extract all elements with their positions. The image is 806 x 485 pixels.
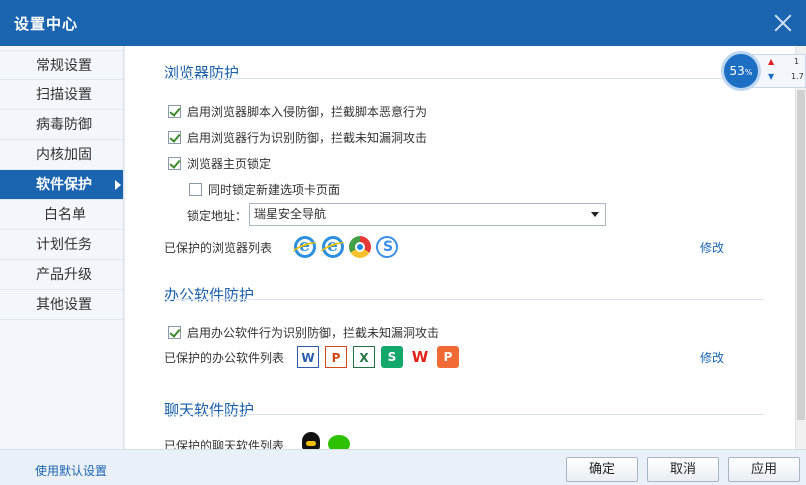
sidebar: 常规设置 扫描设置 病毒防御 内核加固 软件保护 白名单 计划任务 产品升级 其… <box>0 46 124 449</box>
protected-browsers-label: 已保护的浏览器列表 <box>164 241 273 255</box>
checkbox-label: 启用办公软件行为识别防御，拦截未知漏洞攻击 <box>187 326 440 340</box>
close-icon[interactable] <box>770 10 796 36</box>
sidebar-item-upgrade[interactable]: 产品升级 <box>0 260 123 290</box>
footer: 使用默认设置 确定 取消 应用 <box>0 449 806 485</box>
sidebar-item-kernel[interactable]: 内核加固 <box>0 140 123 170</box>
sidebar-item-whitelist[interactable]: 白名单 <box>0 200 123 230</box>
protected-chat-label: 已保护的聊天软件列表 <box>164 439 285 449</box>
sogou-browser-icon <box>376 236 398 258</box>
checkbox-unchecked[interactable] <box>189 183 202 196</box>
ie-icon <box>294 236 316 258</box>
upload-arrow-icon: ▲ <box>768 57 775 66</box>
apply-button[interactable]: 应用 <box>728 457 800 482</box>
sidebar-item-general[interactable]: 常规设置 <box>0 50 123 80</box>
section-divider <box>164 78 764 79</box>
checkbox-checked[interactable] <box>168 157 181 170</box>
section-title-office: 办公软件防护 <box>164 286 255 304</box>
sidebar-item-scan[interactable]: 扫描设置 <box>0 80 123 110</box>
scrollbar[interactable] <box>795 46 806 449</box>
checkbox-label: 同时锁定新建选项卡页面 <box>208 183 341 197</box>
ok-button[interactable]: 确定 <box>566 457 638 482</box>
usage-unit: % <box>744 68 753 77</box>
modify-browsers-link[interactable]: 修改 <box>700 239 724 256</box>
checkbox-script-defense[interactable]: 启用浏览器脚本入侵防御，拦截脚本恶意行为 <box>168 103 427 120</box>
cancel-button[interactable]: 取消 <box>647 457 719 482</box>
checkbox-lock-new-tab[interactable]: 同时锁定新建选项卡页面 <box>189 181 340 198</box>
checkbox-homepage-lock[interactable]: 浏览器主页锁定 <box>168 155 271 172</box>
checkbox-checked[interactable] <box>168 131 181 144</box>
ie-icon <box>322 236 344 258</box>
lock-address-label: 锁定地址： <box>187 209 248 223</box>
checkbox-label: 启用浏览器脚本入侵防御，拦截脚本恶意行为 <box>187 105 428 119</box>
wps-writer-icon: W <box>409 346 431 368</box>
word-icon: W <box>297 346 319 368</box>
checkbox-checked[interactable] <box>168 105 181 118</box>
wechat-icon <box>328 435 350 449</box>
modify-office-link[interactable]: 修改 <box>700 349 724 366</box>
title-bar: 设置中心 <box>0 0 806 46</box>
download-arrow-icon: ▼ <box>768 72 775 81</box>
lock-address-select[interactable]: 瑞星安全导航 <box>249 203 606 226</box>
protected-office-label: 已保护的办公软件列表 <box>164 351 285 365</box>
checkbox-checked[interactable] <box>168 326 181 339</box>
restore-default-link[interactable]: 使用默认设置 <box>35 462 107 479</box>
qq-icon <box>302 432 320 449</box>
window-title: 设置中心 <box>14 15 79 33</box>
checkbox-behavior-defense[interactable]: 启用浏览器行为识别防御，拦截未知漏洞攻击 <box>168 129 427 146</box>
settings-panel: 浏览器防护 启用浏览器脚本入侵防御，拦截脚本恶意行为 启用浏览器行为识别防御，拦… <box>125 46 795 449</box>
checkbox-label: 浏览器主页锁定 <box>187 157 272 171</box>
section-divider <box>164 299 764 300</box>
powerpoint-icon: P <box>325 346 347 368</box>
sidebar-item-virus-defense[interactable]: 病毒防御 <box>0 110 123 140</box>
section-divider <box>164 414 764 415</box>
excel-icon: X <box>353 346 375 368</box>
network-monitor-widget[interactable]: ▲ 1 ▼ 1.7 53% <box>721 51 806 91</box>
chevron-down-icon[interactable] <box>591 212 599 217</box>
download-value: 1.7 <box>791 72 804 81</box>
chrome-icon <box>349 236 371 258</box>
section-title-browser: 浏览器防护 <box>164 64 240 82</box>
sidebar-item-scheduled-tasks[interactable]: 计划任务 <box>0 230 123 260</box>
wps-presentation-icon: P <box>437 346 459 368</box>
lock-address-value: 瑞星安全导航 <box>254 207 327 221</box>
upload-value: 1 <box>794 57 800 66</box>
scrollbar-thumb[interactable] <box>797 90 805 420</box>
sidebar-item-other[interactable]: 其他设置 <box>0 290 123 320</box>
cpu-usage-ball[interactable]: 53% <box>721 51 761 91</box>
checkbox-label: 启用浏览器行为识别防御，拦截未知漏洞攻击 <box>187 131 428 145</box>
checkbox-office-behavior-defense[interactable]: 启用办公软件行为识别防御，拦截未知漏洞攻击 <box>168 324 439 341</box>
usage-percent: 53 <box>729 64 745 78</box>
sidebar-item-software-protection[interactable]: 软件保护 <box>0 170 123 200</box>
wps-spreadsheet-icon: S <box>381 346 403 368</box>
section-title-chat: 聊天软件防护 <box>164 401 255 419</box>
